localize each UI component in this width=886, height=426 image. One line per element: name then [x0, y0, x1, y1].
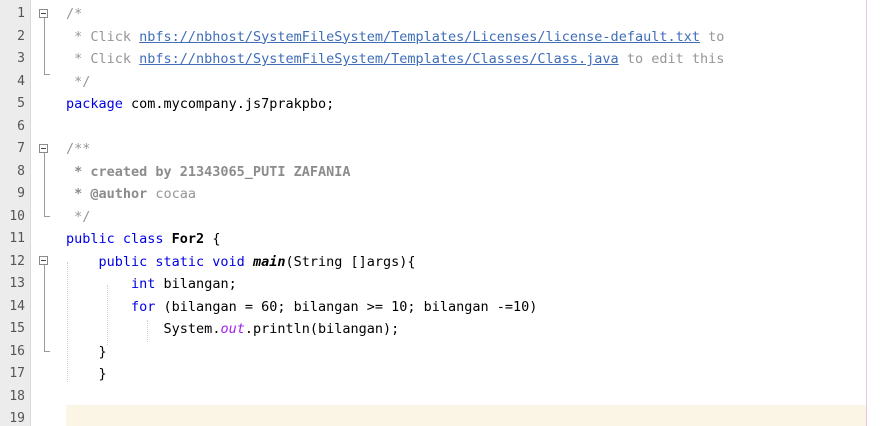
for-statement: for (bilangan = 60; bilangan >= 10; bila… [66, 296, 537, 319]
javadoc-line: * @author cocaa [66, 183, 196, 206]
keyword: public static void [98, 253, 245, 270]
code-text: (String []args){ [285, 253, 416, 270]
code-line: 17 } [0, 363, 886, 386]
line-number: 10 [9, 208, 25, 224]
code-line: 3 * Click nbfs://nbhost/SystemFileSystem… [0, 48, 886, 71]
javadoc-text: cocaa [147, 186, 197, 202]
line-number: 18 [9, 388, 25, 404]
keyword: public class [66, 231, 164, 247]
code-line: 4 */ [0, 71, 886, 94]
code-line: 12 public static void main(String []args… [0, 251, 886, 274]
method-declaration: public static void main(String []args){ [66, 251, 416, 274]
line-number: 5 [17, 96, 25, 111]
keyword: for [131, 298, 156, 315]
line-number: 1 [17, 6, 25, 21]
println-statement: System.out.println(bilangan); [66, 318, 400, 341]
line-number: 19 [9, 411, 25, 426]
javadoc-text: /** [66, 141, 91, 157]
code-line: 6 [0, 116, 886, 139]
line-number: 3 [17, 51, 25, 66]
variable-declaration: int bilangan; [66, 273, 237, 296]
line-number: 7 [17, 141, 25, 156]
code-line: 2 * Click nbfs://nbhost/SystemFileSystem… [0, 26, 886, 49]
line-number: 14 [9, 298, 25, 314]
code-line: 7 /** [0, 138, 886, 161]
code-line: 15 System.out.println(bilangan); [0, 318, 886, 341]
comment-text: * Click [66, 51, 140, 67]
code-text: .println(bilangan); [244, 321, 400, 337]
code-text: System. [163, 321, 221, 337]
code-text: (bilangan = 60; bilangan >= 10; bilangan… [155, 298, 538, 315]
line-number: 4 [17, 73, 25, 89]
code-line: 5 package com.mycompany.js7prakpbo; [0, 93, 886, 116]
code-line: 18 [0, 386, 886, 409]
package-declaration: package com.mycompany.js7prakpbo; [66, 93, 334, 116]
line-number: 9 [17, 186, 25, 201]
javadoc-text: * created by 21343065_PUTI ZAFANIA [66, 163, 351, 180]
code-line: 9 * @author cocaa [0, 183, 886, 206]
keyword: int [131, 276, 156, 292]
code-text: bilangan; [155, 276, 237, 292]
line-number: 2 [17, 28, 25, 44]
javadoc-text: */ [66, 208, 91, 225]
line-number: 13 [9, 276, 25, 291]
line-number: 16 [9, 343, 25, 359]
comment-line: * Click nbfs://nbhost/SystemFileSystem/T… [66, 26, 724, 49]
package-name: com.mycompany.js7prakpbo; [122, 96, 335, 112]
code-line: 11 public class For2 { [0, 228, 886, 251]
code-text: } [66, 366, 107, 382]
code-text: } [66, 343, 107, 360]
keyword: package [66, 96, 123, 112]
method-name: main [252, 253, 286, 270]
comment-line: * Click nbfs://nbhost/SystemFileSystem/T… [66, 48, 724, 71]
line-number: 17 [9, 366, 25, 381]
line-number: 8 [17, 163, 25, 179]
class-name: For2 [163, 231, 205, 247]
comment-text: /* [66, 6, 83, 22]
code-editor[interactable]: 1 /* 2 * Click nbfs://nbhost/SystemFileS… [0, 0, 886, 426]
comment-text: */ [66, 73, 91, 90]
code-line: 16 } [0, 341, 886, 364]
license-template-link[interactable]: nbfs://nbhost/SystemFileSystem/Templates… [139, 29, 700, 45]
code-line: 8 * created by 21343065_PUTI ZAFANIA [0, 161, 886, 184]
code-line: 14 for (bilangan = 60; bilangan >= 10; b… [0, 296, 886, 319]
code-line-current[interactable]: 19 [0, 408, 886, 426]
javadoc-tag: * @author [66, 186, 148, 202]
class-template-link[interactable]: nbfs://nbhost/SystemFileSystem/Templates… [139, 51, 619, 67]
code-line: 10 */ [0, 206, 886, 229]
comment-text: * Click [66, 28, 140, 45]
line-number: 15 [9, 321, 25, 336]
code-line: 1 /* [0, 3, 886, 26]
line-number: 11 [9, 231, 25, 246]
static-field: out [220, 321, 245, 337]
comment-text: to [699, 28, 725, 45]
code-text: { [204, 231, 221, 247]
line-number: 12 [9, 253, 25, 269]
line-number: 6 [17, 118, 25, 134]
class-declaration: public class For2 { [66, 228, 220, 251]
comment-text: to edit this [618, 51, 725, 67]
code-line: 13 int bilangan; [0, 273, 886, 296]
